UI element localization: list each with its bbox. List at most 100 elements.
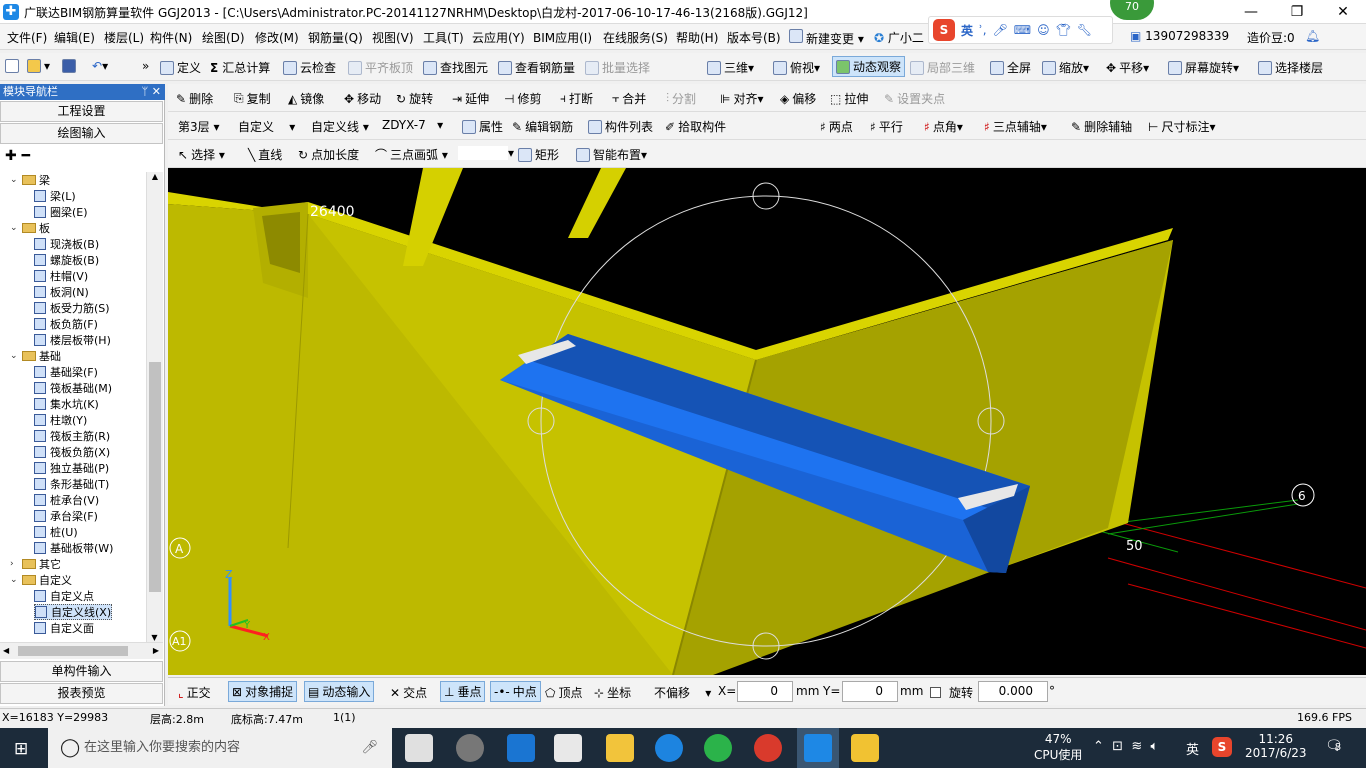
- set-grip-button[interactable]: ✎ 设置夹点: [884, 90, 945, 107]
- taskbar-app-icon-2[interactable]: [456, 734, 484, 762]
- mirror-button[interactable]: ◭ 镜像: [288, 90, 324, 107]
- notification-center-icon[interactable]: 🗨︎8: [1325, 738, 1343, 754]
- tray-icons[interactable]: ⌃ ⊡ ≋ 🔈︎: [1093, 739, 1158, 754]
- offset-button[interactable]: ◈ 偏移: [780, 90, 816, 107]
- mic-icon[interactable]: 🎤︎: [993, 23, 1008, 37]
- two-point-axis-button[interactable]: ♯ 两点: [820, 118, 853, 135]
- ime-toolbar[interactable]: S 英 ʾ, 🎤︎ ⌨ ☺ 👕︎ 🔧︎: [928, 16, 1113, 44]
- three-point-axis-button[interactable]: ♯ 三点辅轴 ▾: [984, 118, 1047, 135]
- cloud-check-button[interactable]: 云检查: [283, 59, 336, 76]
- menu-version[interactable]: 版本号(B): [727, 29, 781, 46]
- account-points[interactable]: 造价豆:0: [1247, 29, 1295, 46]
- tree-item[interactable]: 自定义点: [34, 588, 94, 604]
- fullscreen-button[interactable]: 全屏: [990, 59, 1031, 76]
- split-button[interactable]: ⫶ 分割: [666, 90, 696, 107]
- menu-tools[interactable]: 工具(T): [423, 29, 464, 46]
- taskbar-app-icon-10[interactable]: [851, 734, 879, 762]
- screen-rotate-button[interactable]: 屏幕旋转 ▾: [1168, 59, 1239, 76]
- project-settings-button[interactable]: 工程设置: [0, 101, 163, 122]
- delete-axis-button[interactable]: ✎ 删除辅轴: [1071, 118, 1132, 135]
- file-explorer-icon[interactable]: [606, 734, 634, 762]
- menu-draw[interactable]: 绘图(D): [202, 29, 245, 46]
- taskbar-search-box[interactable]: ◯ 在这里输入你要搜索的内容 🎤︎: [48, 728, 392, 768]
- ortho-toggle[interactable]: ⌞ 正交: [178, 684, 211, 701]
- tree-item[interactable]: 自定义面: [34, 620, 94, 636]
- find-element-button[interactable]: 查找图元: [423, 59, 488, 76]
- menu-modify[interactable]: 修改(M): [255, 29, 299, 46]
- three-point-arc-button[interactable]: ⌒ 三点画弧 ▾: [375, 146, 448, 163]
- expand-all-icon[interactable]: ✚ ━: [5, 148, 30, 164]
- open-file-button[interactable]: ▾: [27, 59, 50, 73]
- single-component-input-button[interactable]: 单构件输入: [0, 661, 163, 682]
- vertex-snap[interactable]: ⬠ 顶点: [545, 684, 582, 701]
- tray-ime[interactable]: 英: [1186, 739, 1199, 758]
- tree-item[interactable]: 筏板负筋(X): [34, 444, 110, 460]
- tree-item[interactable]: 楼层板带(H): [34, 332, 111, 348]
- rotate-checkbox-box[interactable]: [930, 687, 941, 698]
- chevron-right-icon[interactable]: ›: [10, 559, 22, 569]
- scroll-thumb[interactable]: [149, 362, 161, 592]
- tree-item[interactable]: 筏板基础(M): [34, 380, 112, 396]
- element-select[interactable]: ZDYX-7 ▾: [382, 118, 443, 132]
- nav-pin-close[interactable]: ᛘ ✕: [142, 84, 161, 100]
- edit-rebar-button[interactable]: ✎ 编辑钢筋: [512, 118, 573, 135]
- punct-icon[interactable]: ʾ,: [979, 23, 987, 37]
- dynamic-view-button[interactable]: 动态观察: [832, 56, 906, 77]
- chevron-down-icon[interactable]: ⌄: [10, 223, 22, 233]
- tree-item[interactable]: 桩承台(V): [34, 492, 99, 508]
- rotate-angle-input[interactable]: 0.000: [978, 681, 1048, 702]
- tree-item[interactable]: 基础梁(F): [34, 364, 98, 380]
- tree-item[interactable]: 现浇板(B): [34, 236, 99, 252]
- tree-folder[interactable]: ⌄ 板: [10, 220, 50, 236]
- local-3d-button[interactable]: 局部三维: [910, 59, 975, 76]
- tree-item[interactable]: 梁(L): [34, 188, 76, 204]
- tree-item[interactable]: 桩(U): [34, 524, 78, 540]
- menu-rebar-qty[interactable]: 钢筋量(Q): [308, 29, 363, 46]
- menu-file[interactable]: 文件(F): [7, 29, 47, 46]
- type-select[interactable]: 自定义线 ▾: [311, 118, 369, 135]
- tree-item[interactable]: 基础板带(W): [34, 540, 113, 556]
- minimize-button[interactable]: —: [1228, 0, 1274, 24]
- merge-button[interactable]: ⫟ 合并: [612, 90, 646, 107]
- tree-folder[interactable]: ⌄ 基础: [10, 348, 61, 364]
- drawing-input-button[interactable]: 绘图输入: [0, 123, 163, 144]
- rotate-button[interactable]: ↻ 旋转: [396, 90, 433, 107]
- tree-item[interactable]: 承台梁(F): [34, 508, 98, 524]
- close-button[interactable]: ✕: [1320, 0, 1366, 24]
- menu-assistant[interactable]: ✪ 广小二: [874, 29, 924, 46]
- clock[interactable]: 11:26 2017/6/23: [1245, 732, 1307, 760]
- select-tool-button[interactable]: ↖ 选择 ▾: [178, 146, 225, 163]
- pan-button[interactable]: ✥ 平移 ▾: [1106, 59, 1149, 76]
- save-button[interactable]: [62, 59, 79, 73]
- taskbar-app-icon-1[interactable]: [405, 734, 433, 762]
- report-preview-button[interactable]: 报表预览: [0, 683, 163, 704]
- tree-item[interactable]: 柱帽(V): [34, 268, 88, 284]
- ime-mode[interactable]: 英: [961, 22, 973, 39]
- maximize-button[interactable]: ❐: [1274, 0, 1320, 24]
- align-slab-top-button[interactable]: 平齐板顶: [348, 59, 413, 76]
- browser-360-icon[interactable]: [704, 734, 732, 762]
- wrench-icon[interactable]: 🔧︎: [1077, 23, 1092, 37]
- tree-item[interactable]: 筏板主筋(R): [34, 428, 110, 444]
- parallel-axis-button[interactable]: ♯ 平行: [870, 118, 903, 135]
- user-icon[interactable]: ☺: [1037, 23, 1050, 37]
- account-user[interactable]: ▣ 13907298339: [1130, 29, 1229, 43]
- point-length-button[interactable]: ↻ 点加长度: [298, 146, 359, 163]
- rotate-checkbox[interactable]: 旋转: [930, 684, 973, 701]
- menu-floor[interactable]: 楼层(L): [104, 29, 144, 46]
- chevron-down-icon[interactable]: ⌄: [10, 575, 22, 585]
- copy-button[interactable]: ⎘ 复制: [234, 90, 271, 107]
- scroll-right-icon[interactable]: ▶: [153, 646, 159, 655]
- dimension-button[interactable]: ⊢ 尺寸标注 ▾: [1148, 118, 1216, 135]
- perpendicular-snap[interactable]: ⊥ 垂点: [440, 681, 486, 702]
- tree-item[interactable]: 板负筋(F): [34, 316, 98, 332]
- menu-new-change[interactable]: 新建变更 ▾: [789, 29, 864, 47]
- taskbar-app-icon-8[interactable]: [754, 734, 782, 762]
- menu-cloud[interactable]: 云应用(Y): [472, 29, 525, 46]
- scroll-down-icon[interactable]: ▼: [147, 633, 162, 642]
- coordinate-snap[interactable]: ⊹ 坐标: [594, 684, 631, 701]
- object-snap-toggle[interactable]: ⊠ 对象捕捉: [228, 681, 298, 702]
- break-button[interactable]: ⫞ 打断: [560, 90, 593, 107]
- menu-view[interactable]: 视图(V): [372, 29, 414, 46]
- extend-button[interactable]: ⇥ 延伸: [452, 90, 489, 107]
